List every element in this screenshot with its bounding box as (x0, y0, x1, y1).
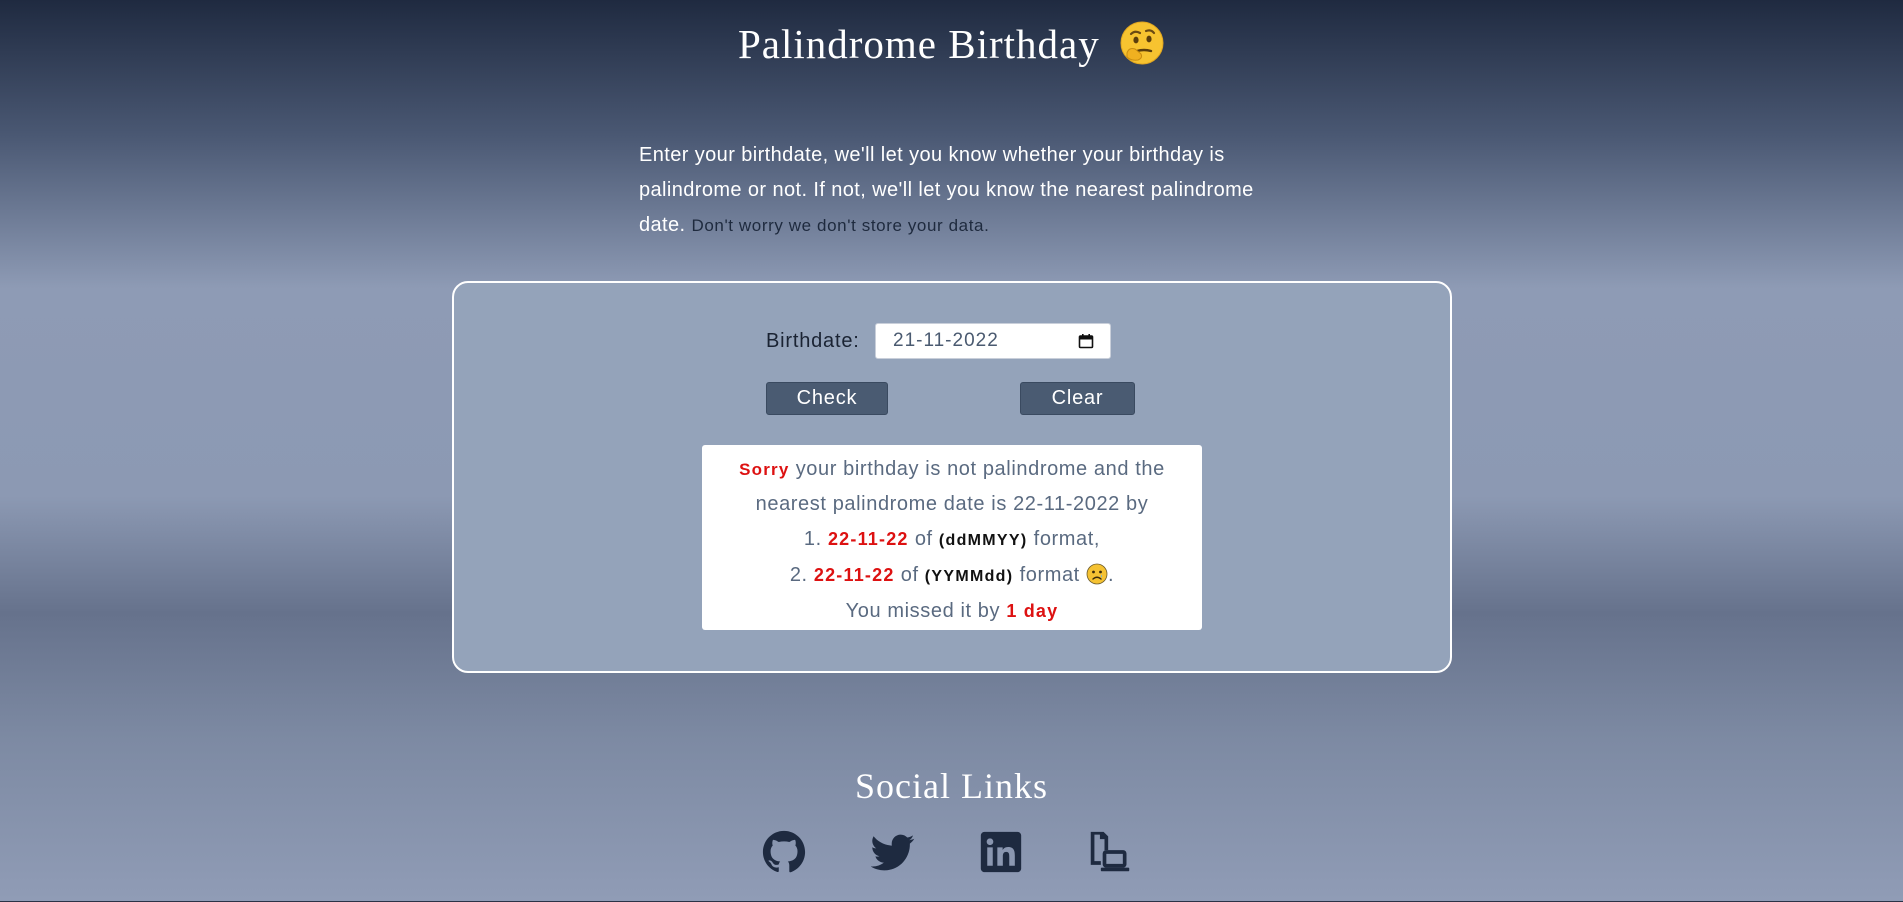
palindrome-form-card: Birthdate: 21-11-2022 Check Clear Sorry … (452, 281, 1452, 673)
page-title-text: Palindrome Birthday (737, 21, 1100, 67)
item2-date: 22-11-22 (813, 565, 895, 585)
item2-format: (YYMMdd) (924, 568, 1014, 585)
item1-suffix: format, (1033, 528, 1101, 550)
result-line-1: Sorry your birthday is not palindrome an… (702, 452, 1202, 487)
intro-paragraph: Enter your birthdate, we'll let you know… (639, 138, 1279, 243)
calendar-icon[interactable] (1078, 333, 1094, 349)
sorry-text: Sorry (739, 460, 790, 479)
item2-of: of (900, 564, 919, 586)
sad-face-icon (1086, 563, 1108, 585)
birthdate-value: 21-11-2022 (893, 330, 999, 351)
social-links-title: Social Links (855, 766, 1048, 806)
item1-date: 22-11-22 (827, 529, 909, 549)
portfolio-icon[interactable] (1088, 830, 1132, 874)
linkedin-icon[interactable] (979, 830, 1023, 874)
item1-number: 1. (803, 528, 822, 550)
missed-value: 1 day (1006, 601, 1059, 621)
privacy-note: Don't worry we don't store your data. (691, 216, 990, 235)
missed-prefix: You missed it by (845, 600, 1001, 622)
result-item-2: 2. 22-11-22 of (YYMMdd) format . (702, 558, 1202, 594)
result-missed-line: You missed it by 1 day (702, 594, 1202, 629)
item2-end: . (1108, 564, 1115, 586)
item1-of: of (914, 528, 933, 550)
birthdate-label: Birthdate: (766, 330, 860, 352)
result-item-1: 1. 22-11-22 of (ddMMYY) format, (702, 522, 1202, 558)
item1-format: (ddMMYY) (938, 532, 1028, 549)
page-title: Palindrome Birthday (0, 20, 1903, 68)
birthdate-input[interactable]: 21-11-2022 (875, 323, 1111, 359)
result-line-2: nearest palindrome date is 22-11-2022 by (755, 493, 1149, 515)
thinking-face-icon (1120, 21, 1164, 65)
result-line-1-rest: your birthday is not palindrome and the (795, 458, 1165, 480)
clear-button[interactable]: Clear (1020, 382, 1135, 415)
github-icon[interactable] (762, 830, 806, 874)
item2-number: 2. (789, 564, 808, 586)
result-message: Sorry your birthday is not palindrome an… (702, 445, 1202, 630)
item2-suffix: format (1019, 564, 1080, 586)
twitter-icon[interactable] (871, 830, 915, 874)
check-button[interactable]: Check (766, 382, 888, 415)
